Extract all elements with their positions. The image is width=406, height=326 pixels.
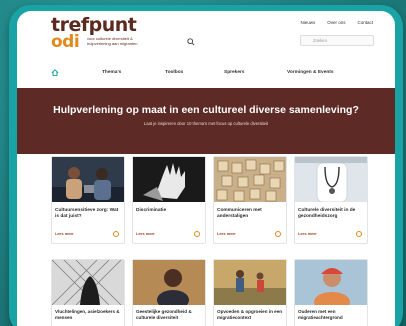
theme-card[interactable]: Vluchtelingen, asielzoekers & mensen: [51, 259, 125, 326]
read-more-link[interactable]: Lees meer: [136, 232, 155, 236]
card-image-hand: [133, 157, 205, 202]
toplink-contact[interactable]: Contact: [357, 20, 373, 25]
nav-item-vormingen-events[interactable]: Vormingen & Events: [287, 70, 334, 75]
theme-card[interactable]: Cultuursensitieve zorg: Wat is dat juist…: [51, 156, 125, 244]
card-image-elderly: [295, 260, 367, 305]
card-title: Communiceren met anderstaligen: [217, 208, 262, 219]
card-image-woman: [133, 260, 205, 305]
top-links: Nieuws Over ons Contact: [300, 20, 373, 25]
toplink-over-ons[interactable]: Over ons: [327, 20, 345, 25]
logo-tagline: voor culturele diversiteit & hulpverleni…: [87, 36, 138, 46]
theme-card[interactable]: Culturele diversiteit in de gezondheidsz…: [294, 156, 368, 244]
theme-card[interactable]: Communiceren met anderstaligen Lees meer: [213, 156, 287, 244]
logo-wordmark-bottom[interactable]: odi: [51, 32, 80, 52]
read-more-link[interactable]: Lees meer: [55, 232, 74, 236]
card-title: Opvoeden & opgroeien in een migratiecont…: [217, 309, 283, 320]
arrow-circle-icon[interactable]: [275, 231, 281, 237]
card-title: Ouderen met een migratieachtergrond: [298, 309, 343, 320]
card-image-family: [214, 260, 286, 305]
card-image-fence: [52, 260, 124, 305]
card-image-people: [52, 157, 124, 202]
hero-title: Hulpverlening op maat in een cultureel d…: [53, 104, 359, 116]
read-more-link[interactable]: Lees meer: [217, 232, 236, 236]
card-title: Culturele diversiteit in de gezondheidsz…: [298, 208, 356, 219]
nav-item-sprekers[interactable]: Sprekers: [224, 70, 245, 75]
hero-banner: Hulpverlening op maat in een cultureel d…: [17, 88, 395, 154]
card-image-doctor: [295, 157, 367, 202]
hero-subtitle: Laat je inspireren door 10 thema's met f…: [143, 121, 269, 126]
theme-card[interactable]: Ouderen met een migratieachtergrond: [294, 259, 368, 326]
home-icon[interactable]: [51, 69, 59, 76]
website-screen: trefpunt odi voor culturele diversiteit …: [17, 11, 395, 326]
arrow-circle-icon[interactable]: [113, 231, 119, 237]
theme-card[interactable]: Geestelijke gezondheid & culturele diver…: [132, 259, 206, 326]
card-title: Discriminatie: [136, 208, 167, 213]
card-image-letter-blocks: [214, 157, 286, 202]
search-icon[interactable]: [187, 38, 195, 46]
arrow-circle-icon[interactable]: [194, 231, 200, 237]
nav-item-themas[interactable]: Thema's: [102, 70, 121, 75]
arrow-circle-icon[interactable]: [356, 231, 362, 237]
theme-card[interactable]: Opvoeden & opgroeien in een migratiecont…: [213, 259, 287, 326]
card-title: Cultuursensitieve zorg: Wat is dat juist…: [55, 208, 119, 219]
nav-item-toolbox[interactable]: Toolbox: [165, 70, 183, 75]
search-input[interactable]: Zoeken: [300, 35, 374, 46]
card-title: Vluchtelingen, asielzoekers & mensen: [55, 309, 120, 320]
toplink-nieuws[interactable]: Nieuws: [300, 20, 315, 25]
main-nav: Thema's Toolbox Sprekers Vormingen & Eve…: [17, 66, 395, 80]
read-more-link[interactable]: Lees meer: [298, 232, 317, 236]
card-title: Geestelijke gezondheid & culturele diver…: [136, 309, 192, 320]
theme-card[interactable]: Discriminatie Lees meer: [132, 156, 206, 244]
search-placeholder: Zoeken: [313, 38, 327, 43]
